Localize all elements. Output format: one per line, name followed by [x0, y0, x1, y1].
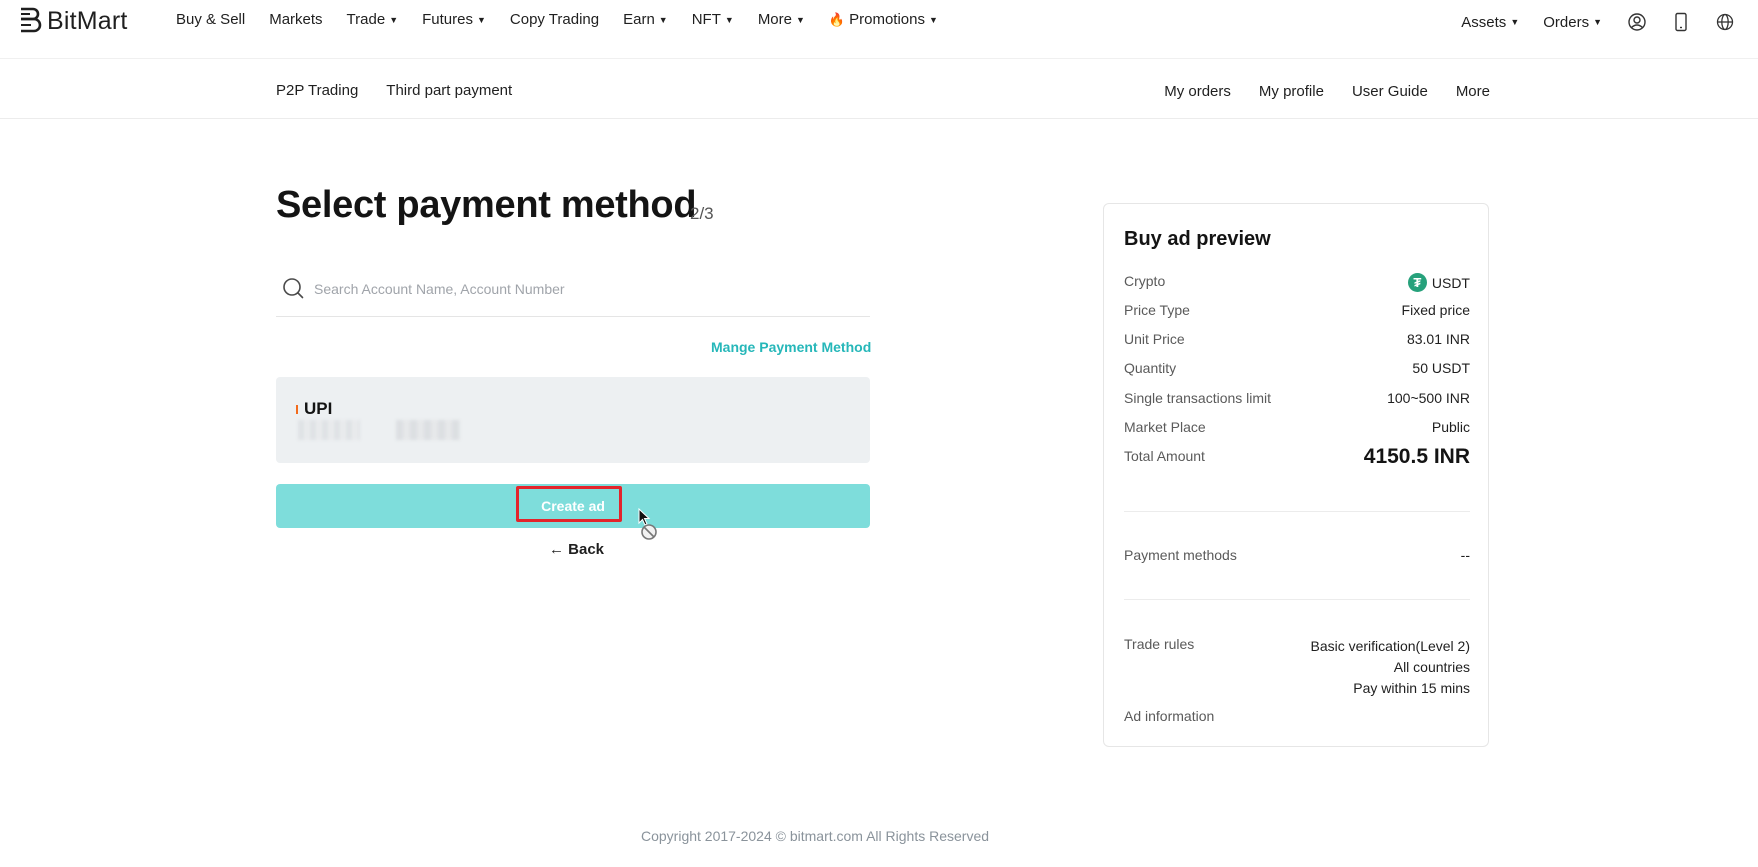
preview-title: Buy ad preview	[1124, 228, 1271, 250]
payment-method-name: UPI	[304, 399, 333, 418]
trade-rule-line: Basic verification(Level 2)	[1310, 638, 1470, 654]
mobile-download-icon[interactable]	[1670, 11, 1692, 33]
not-allowed-cursor-icon	[638, 508, 657, 540]
nav-buy-sell[interactable]: Buy & Sell	[176, 11, 245, 28]
nav-label: Promotions	[849, 11, 925, 28]
search-icon	[283, 278, 304, 299]
nav-nft[interactable]: NFT ▼	[692, 11, 734, 28]
footer: Copyright 2017-2024 © bitmart.com All Ri…	[0, 828, 1758, 844]
row-value: 83.01 INR	[1406, 331, 1470, 347]
divider	[1124, 599, 1470, 600]
subnav-my-orders[interactable]: My orders	[1164, 83, 1231, 100]
caret-down-icon: ▼	[928, 14, 938, 25]
nav-orders[interactable]: Orders ▼	[1543, 14, 1602, 31]
nav-markets[interactable]: Markets	[269, 11, 322, 28]
p2p-subnav: P2P Trading Third part payment My orders…	[0, 62, 1758, 119]
row-key: Price Type	[1124, 302, 1190, 318]
bitmart-logo-icon	[21, 7, 42, 33]
nav-more[interactable]: More ▼	[758, 11, 805, 28]
divider	[1124, 511, 1470, 512]
row-key: Quantity	[1124, 360, 1177, 376]
main-menu: Buy & Sell Markets Trade ▼ Futures ▼ Copy …	[176, 11, 962, 28]
row-value: Fixed price	[1401, 302, 1470, 318]
user-avatar-icon[interactable]	[1626, 11, 1648, 33]
nav-label: Buy & Sell	[176, 11, 246, 28]
row-key: Total Amount	[1124, 448, 1205, 464]
nav-label: Earn	[623, 11, 655, 28]
row-key: Single transactions limit	[1124, 390, 1272, 406]
create-ad-button[interactable]: Create ad	[276, 484, 870, 528]
search-field	[276, 268, 870, 317]
trade-rule-line: Pay within 15 mins	[1353, 680, 1470, 696]
subnav-third-part-payment[interactable]: Third part payment	[386, 82, 512, 99]
crypto-value: USDT	[1431, 274, 1470, 291]
row-value: Public	[1431, 419, 1470, 435]
nav-copy-trading[interactable]: Copy Trading	[510, 11, 599, 28]
row-value: 100~500 INR	[1387, 390, 1470, 406]
nav-futures[interactable]: Futures ▼	[422, 11, 486, 28]
caret-down-icon: ▼	[1593, 17, 1602, 27]
nav-promotions[interactable]: 🔥 Promotions ▼	[829, 11, 938, 28]
nav-label: Orders	[1543, 13, 1590, 31]
trade-rule-line: All countries	[1393, 659, 1470, 675]
caret-down-icon: ▼	[476, 14, 486, 25]
payment-method-card-upi[interactable]: UPI	[276, 377, 870, 463]
bitmart-logo[interactable]: BitMart	[18, 4, 128, 38]
row-key: Crypto	[1124, 273, 1166, 289]
row-value: --	[1460, 547, 1470, 563]
caret-down-icon: ▼	[724, 14, 734, 25]
nav-label: Markets	[269, 11, 323, 28]
row-key: Ad information	[1124, 708, 1215, 724]
nav-earn[interactable]: Earn ▼	[623, 11, 668, 28]
language-globe-icon[interactable]	[1714, 11, 1736, 33]
row-key: Payment methods	[1124, 547, 1237, 563]
page-title: Select payment method	[276, 184, 697, 226]
create-ad-label: Create ad	[541, 498, 605, 514]
tether-icon: ₮	[1407, 273, 1427, 292]
redacted-account-number	[396, 420, 460, 440]
row-key: Unit Price	[1124, 331, 1185, 347]
nav-label: Trade	[346, 11, 386, 28]
subnav-p2p-trading[interactable]: P2P Trading	[276, 82, 358, 99]
subnav-more[interactable]: More	[1456, 83, 1490, 100]
nav-label: NFT	[691, 11, 721, 28]
subnav-user-guide[interactable]: User Guide	[1352, 83, 1428, 100]
caret-down-icon: ▼	[389, 14, 399, 25]
top-navbar: BitMart Buy & Sell Markets Trade ▼ Future…	[0, 0, 1758, 59]
manage-payment-method-link[interactable]: Mange Payment Method	[711, 339, 871, 355]
row-key: Market Place	[1124, 419, 1206, 435]
flame-icon: 🔥	[828, 11, 846, 27]
caret-down-icon: ▼	[658, 14, 668, 25]
nav-label: Assets	[1461, 13, 1507, 31]
total-amount-value: 4150.5 INR	[1363, 445, 1470, 468]
nav-label: Futures	[422, 11, 473, 28]
trade-rules-values: Basic verification(Level 2) All countrie…	[1310, 636, 1470, 699]
nav-assets[interactable]: Assets ▼	[1461, 14, 1519, 31]
nav-label: Copy Trading	[509, 11, 600, 28]
copyright-text: Copyright 2017-2024 © bitmart.com All Ri…	[640, 828, 990, 844]
caret-down-icon: ▼	[1510, 17, 1520, 27]
nav-label: More	[757, 11, 792, 28]
caret-down-icon: ▼	[796, 14, 805, 25]
row-key: Trade rules	[1124, 636, 1195, 652]
back-link[interactable]: ← Back	[549, 541, 604, 558]
row-value: ₮ USDT	[1407, 273, 1470, 292]
redacted-account-name	[298, 420, 360, 440]
nav-right: Assets ▼ Orders ▼	[1461, 11, 1758, 33]
buy-ad-preview-panel: Buy ad preview Crypto ₮ USDT Price Type …	[1103, 203, 1489, 747]
subnav-my-profile[interactable]: My profile	[1259, 83, 1324, 100]
step-indicator: 2/3	[690, 204, 714, 223]
row-value: 50 USDT	[1412, 360, 1470, 376]
nav-trade[interactable]: Trade ▼	[347, 11, 399, 28]
payment-accent-bar	[296, 405, 298, 414]
brand-name: BitMart	[47, 6, 128, 35]
search-input[interactable]	[312, 274, 856, 304]
